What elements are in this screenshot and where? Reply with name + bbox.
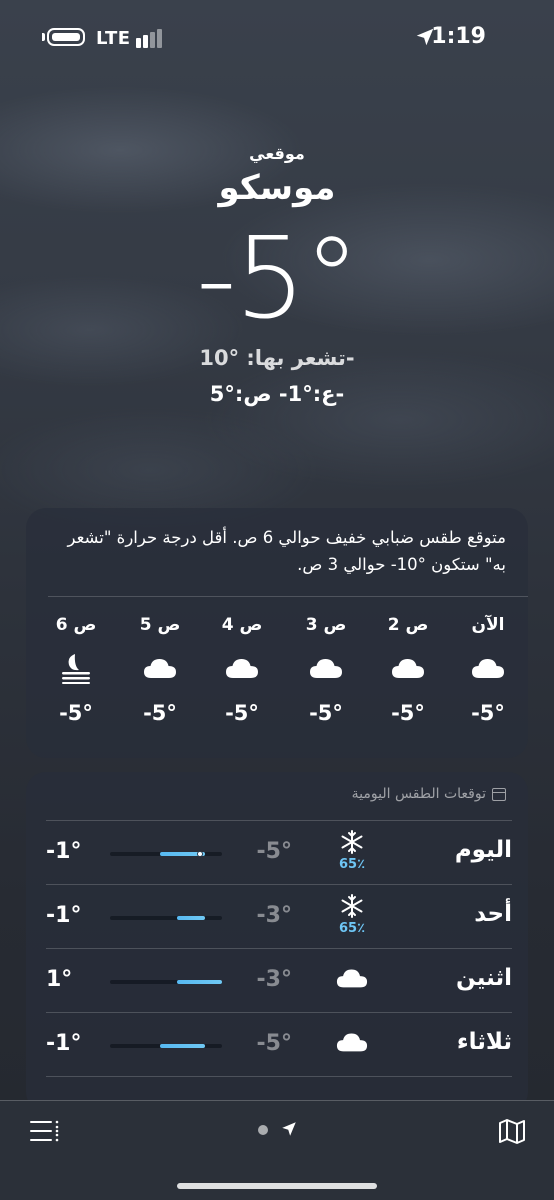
hour-label: 2 ص: [387, 615, 429, 635]
day-low: -5°: [256, 839, 292, 864]
hour-temp: -5°: [391, 701, 425, 725]
day-row[interactable]: أحد 65٪ -3° -1°: [46, 884, 512, 949]
temperature-range-bar: [110, 916, 222, 920]
hour-label: 6 ص: [55, 615, 97, 635]
hour-item: 4 ص -5°: [202, 612, 282, 728]
network-type: LTE: [96, 28, 131, 49]
location-label: موقعي: [249, 144, 305, 163]
hour-temp: -5°: [225, 701, 259, 725]
current-temperature: -5°: [196, 214, 360, 344]
cloud-icon: [286, 638, 366, 698]
moon-fog-icon: [36, 638, 116, 698]
precip-chance: 65٪: [338, 921, 366, 936]
daily-forecast-card[interactable]: توقعات الطقس اليومية اليوم 65٪ -5° -1° أ…: [26, 772, 528, 1112]
battery-icon: [47, 28, 85, 46]
hour-temp: -5°: [143, 701, 177, 725]
range-fill: [177, 916, 206, 920]
page-indicator-dot[interactable]: [258, 1125, 268, 1135]
hourly-forecast-card[interactable]: متوقع طقس ضبابي خفيف حوالي 6 ص. أقل درجة…: [26, 508, 528, 758]
hour-item: 6 ص -5°: [36, 612, 116, 728]
hourly-summary: متوقع طقس ضبابي خفيف حوالي 6 ص. أقل درجة…: [67, 528, 506, 574]
precip-chance: 65٪: [338, 857, 366, 872]
hour-item: الآن -5°: [448, 612, 528, 728]
day-low: -3°: [256, 967, 292, 992]
map-icon[interactable]: [498, 1117, 526, 1145]
day-name: أحد: [474, 901, 512, 927]
battery-tip: [42, 33, 45, 41]
day-high: -1°: [46, 903, 82, 928]
cloud-icon: [448, 638, 528, 698]
daily-header-label: توقعات الطقس اليومية: [351, 786, 486, 802]
hour-temp: -5°: [59, 701, 93, 725]
snowflake-icon: 65٪: [322, 829, 382, 872]
range-fill: [177, 980, 222, 984]
day-low: -3°: [256, 903, 292, 928]
bottom-toolbar: [0, 1100, 554, 1200]
hour-temp: -5°: [471, 701, 505, 725]
day-row[interactable]: اليوم 65٪ -5° -1°: [46, 820, 512, 885]
hourly-row[interactable]: الآن -5° 2 ص -5° 3 ص -5° 4 ص -5° 5 ص -5°…: [26, 612, 528, 742]
list-icon[interactable]: [30, 1119, 60, 1143]
temperature-range-bar: [110, 851, 222, 857]
clock: 1:19: [431, 24, 486, 49]
hour-item: 3 ص -5°: [286, 612, 366, 728]
daily-header: توقعات الطقس اليومية: [352, 786, 506, 802]
day-name: اليوم: [454, 837, 512, 863]
feels-like: تشعر بها: °10-: [199, 346, 355, 370]
day-high: -1°: [46, 839, 82, 864]
day-row[interactable]: اثنين -3° 1°: [46, 948, 512, 1013]
city-name: موسكو: [218, 168, 336, 208]
home-indicator[interactable]: [177, 1183, 377, 1189]
hour-label: 5 ص: [139, 615, 181, 635]
day-row[interactable]: ثلاثاء -5° -1°: [46, 1012, 512, 1077]
cloud-icon: [120, 638, 200, 698]
range-fill: [160, 1044, 206, 1048]
day-name: ثلاثاء: [456, 1029, 512, 1055]
calendar-icon: [492, 787, 506, 801]
temperature-range-bar: [110, 980, 222, 984]
temperature-range-bar: [110, 1044, 222, 1048]
hour-item: 5 ص -5°: [120, 612, 200, 728]
day-name: اثنين: [456, 965, 512, 991]
cloud-icon: [202, 638, 282, 698]
current-temp-marker: [196, 851, 203, 857]
hour-temp: -5°: [309, 701, 343, 725]
location-page-icon[interactable]: [280, 1120, 298, 1138]
divider: [48, 596, 528, 597]
cloud-icon: [322, 1031, 382, 1057]
day-low: -5°: [256, 1031, 292, 1056]
hour-label: الآن: [471, 615, 505, 635]
cloud-icon: [368, 638, 448, 698]
hour-label: 3 ص: [305, 615, 347, 635]
day-high: 1°: [46, 967, 73, 992]
high-low: ع:°1- ص:°5-: [209, 382, 345, 406]
status-bar: LTE 1:19: [0, 0, 554, 76]
hour-label: 4 ص: [221, 615, 263, 635]
cloud-icon: [322, 967, 382, 993]
snowflake-icon: 65٪: [322, 893, 382, 936]
hour-item: 2 ص -5°: [368, 612, 448, 728]
day-high: -1°: [46, 1031, 82, 1056]
signal-icon: [136, 28, 166, 48]
